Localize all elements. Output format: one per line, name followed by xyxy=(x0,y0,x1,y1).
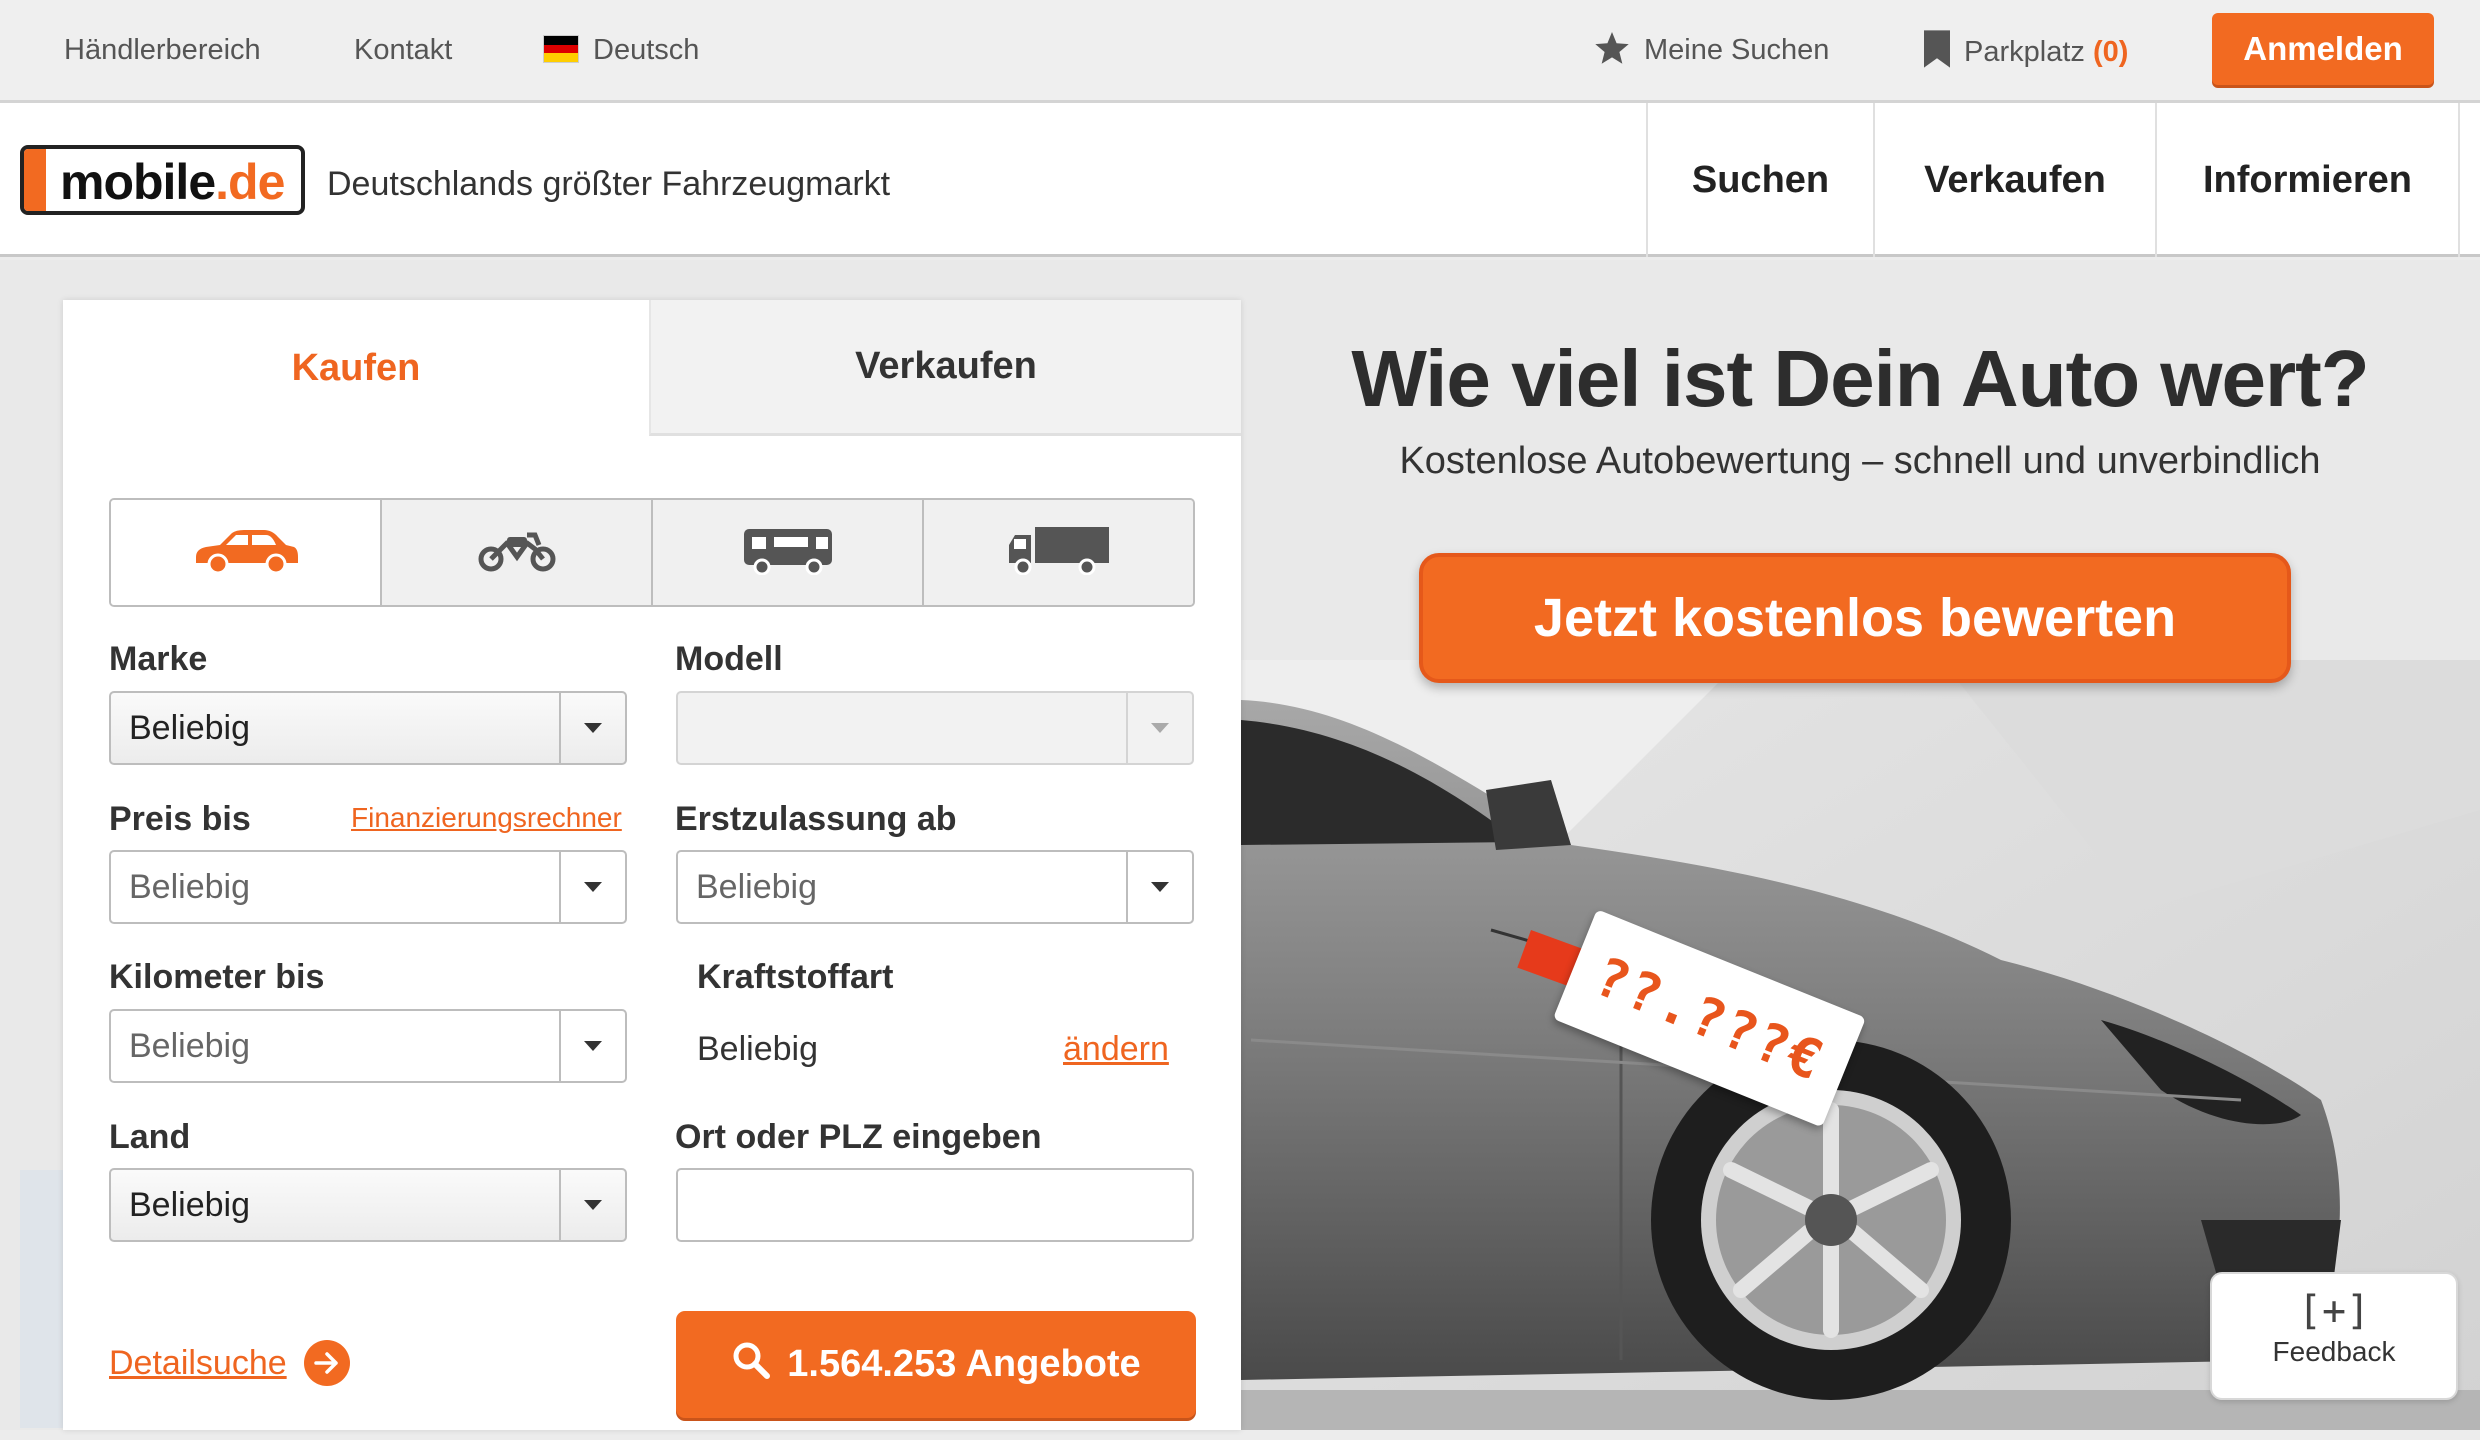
preis-label: Preis bis xyxy=(109,800,251,838)
marke-label: Marke xyxy=(109,640,208,678)
erstzulassung-select[interactable]: Beliebig xyxy=(676,850,1194,924)
search-panel: Kaufen Verkaufen Marke Beliebig Modell P… xyxy=(63,300,1241,1430)
ort-label: Ort oder PLZ eingeben xyxy=(675,1118,1042,1156)
motorhome-icon xyxy=(742,525,834,580)
kilometer-label: Kilometer bis xyxy=(109,958,325,996)
vehicle-type-selector xyxy=(109,498,1195,607)
kontakt-link[interactable]: Kontakt xyxy=(354,30,452,70)
chevron-down-icon xyxy=(1126,852,1192,922)
logo-accent-bar xyxy=(24,149,46,211)
german-flag-icon xyxy=(543,35,579,63)
main-header: mobile.de Deutschlands größter Fahrzeugm… xyxy=(0,103,2480,257)
car-icon xyxy=(192,527,300,578)
bookmark-icon xyxy=(1924,30,1964,68)
land-label: Land xyxy=(109,1118,191,1156)
promo-title: Wie viel ist Dein Auto wert? xyxy=(1351,334,2369,423)
tab-kaufen[interactable]: Kaufen xyxy=(63,300,649,436)
tab-verkaufen[interactable]: Verkaufen xyxy=(649,300,1241,436)
parkplatz-link[interactable]: Parkplatz (0) xyxy=(1924,30,2128,72)
vehicle-motorhome[interactable] xyxy=(651,500,922,605)
chevron-down-icon xyxy=(559,1170,625,1240)
search-offers-button[interactable]: 1.564.253 Angebote xyxy=(676,1311,1196,1418)
vehicle-motorbike[interactable] xyxy=(380,500,651,605)
chevron-down-icon xyxy=(559,1011,625,1081)
top-utility-bar: Händlerbereich Kontakt Deutsch Meine Suc… xyxy=(0,0,2480,103)
truck-icon xyxy=(1007,525,1111,580)
vehicle-car[interactable] xyxy=(111,500,380,605)
land-value: Beliebig xyxy=(129,1186,250,1224)
preis-value: Beliebig xyxy=(129,868,250,906)
modell-select[interactable] xyxy=(676,691,1194,765)
marke-select[interactable]: Beliebig xyxy=(109,691,627,765)
modell-label: Modell xyxy=(675,640,783,678)
parkplatz-count: (0) xyxy=(2092,36,2129,68)
kilometer-select[interactable]: Beliebig xyxy=(109,1009,627,1083)
promo-subtitle: Kostenlose Autobewertung – schnell und u… xyxy=(1399,440,2321,482)
erstzulassung-value: Beliebig xyxy=(696,868,817,906)
parkplatz-label: Parkplatz xyxy=(1964,36,2085,68)
erstzulassung-label: Erstzulassung ab xyxy=(675,800,957,838)
nav-informieren[interactable]: Informieren xyxy=(2155,103,2460,257)
meine-suchen-link[interactable]: Meine Suchen xyxy=(1594,30,1829,70)
haendlerbereich-link[interactable]: Händlerbereich xyxy=(64,30,261,70)
chevron-down-icon xyxy=(559,852,625,922)
arrow-right-icon[interactable] xyxy=(304,1340,350,1386)
kilometer-value: Beliebig xyxy=(129,1027,250,1065)
kraftstoff-value: Beliebig xyxy=(697,1030,818,1068)
meine-suchen-label: Meine Suchen xyxy=(1644,34,1830,66)
feedback-widget[interactable]: [+] Feedback xyxy=(2210,1272,2458,1400)
tagline: Deutschlands größter Fahrzeugmarkt xyxy=(327,165,891,203)
chevron-down-icon xyxy=(1126,693,1192,763)
feedback-label: Feedback xyxy=(2272,1336,2396,1367)
finanzierungsrechner-link[interactable]: Finanzierungsrechner xyxy=(351,802,622,834)
kraftstoff-aendern-link[interactable]: ändern xyxy=(1063,1030,1169,1069)
language-label: Deutsch xyxy=(593,34,700,66)
nav-suchen[interactable]: Suchen xyxy=(1646,103,1873,257)
mobile-de-logo[interactable]: mobile.de xyxy=(20,145,305,215)
kraftstoff-label: Kraftstoffart xyxy=(697,958,894,996)
motorbike-icon xyxy=(477,527,557,578)
logo-text: mobile.de xyxy=(60,154,285,210)
search-icon xyxy=(731,1340,787,1390)
search-offers-label: 1.564.253 Angebote xyxy=(787,1343,1141,1385)
login-button[interactable]: Anmelden xyxy=(2212,13,2434,85)
marke-value: Beliebig xyxy=(129,709,250,747)
language-selector[interactable]: Deutsch xyxy=(543,30,699,70)
star-icon xyxy=(1594,32,1644,66)
preis-select[interactable]: Beliebig xyxy=(109,850,627,924)
nav-verkaufen[interactable]: Verkaufen xyxy=(1873,103,2155,257)
chevron-down-icon xyxy=(559,693,625,763)
detailsuche-link[interactable]: Detailsuche xyxy=(109,1344,287,1383)
ort-plz-input[interactable] xyxy=(676,1168,1194,1242)
valuation-button[interactable]: Jetzt kostenlos bewerten xyxy=(1419,553,2291,683)
feedback-icon: [+] xyxy=(2297,1288,2371,1334)
land-select[interactable]: Beliebig xyxy=(109,1168,627,1242)
vehicle-truck[interactable] xyxy=(922,500,1193,605)
